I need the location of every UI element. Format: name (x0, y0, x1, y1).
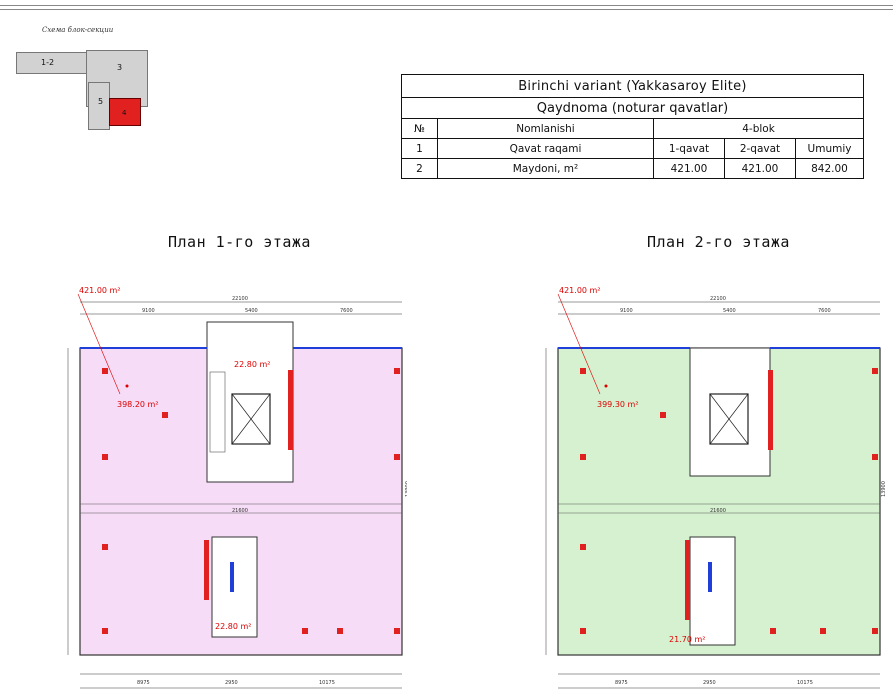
dim-bottom-left: 8975 (137, 680, 150, 686)
dim-inner-width: 21600 (232, 508, 248, 514)
dim-right-height: 13900 (881, 481, 885, 497)
floor-plan-1: 22100 9100 5400 7600 21600 8975 2950 101… (62, 282, 407, 699)
dim-left: 9100 (142, 308, 155, 314)
table-title: Birinchi variant (Yakkasaroy Elite) (401, 74, 864, 98)
area-summary-table: Birinchi variant (Yakkasaroy Elite) Qayd… (401, 74, 864, 179)
dim-bottom-mid: 2950 (225, 680, 238, 686)
table-row: 1 Qavat raqami 1-qavat 2-qavat Umumiy (401, 138, 864, 159)
dim-inner-width: 21600 (710, 508, 726, 514)
plan-1-title: План 1-го этажа (168, 233, 311, 251)
plan-1-stair-area-bottom: 22.80 m² (215, 622, 252, 631)
dim-bottom-right: 10175 (319, 680, 335, 686)
dim-bottom-mid: 2950 (703, 680, 716, 686)
plan-2-main-area: 399.30 m² (597, 400, 639, 409)
plan-1-blue-wall (230, 562, 234, 592)
floor-plan-2: 22100 9100 5400 7600 21600 8975 2950 101… (540, 282, 885, 699)
dim-left: 9100 (620, 308, 633, 314)
dim-mid: 5400 (723, 308, 736, 314)
plan-1-red-wall (204, 540, 209, 600)
table-row: 2 Maydoni, m² 421.00 421.00 842.00 (401, 158, 864, 179)
plan-2-red-wall-top (768, 370, 773, 450)
plan-2-stair-core-bottom (689, 536, 736, 646)
dim-overall: 22100 (710, 296, 726, 302)
sheet-border-inner (0, 9, 893, 10)
plan-2-blue-wall (708, 562, 712, 592)
header-name: Nomlanishi (437, 118, 654, 139)
plan-2-red-wall (685, 540, 690, 620)
key-plan: Схема блок-секции 1-2 3 5 4 (14, 24, 164, 134)
header-block: 4-blok (653, 118, 864, 139)
sheet-border-top (0, 5, 893, 6)
plan-1-stair-area-top: 22.80 m² (234, 360, 271, 369)
dim-right: 7600 (340, 308, 353, 314)
plan-2-stair-area-bottom: 21.70 m² (669, 635, 706, 644)
plan-1-total-area: 421.00 m² (79, 286, 121, 295)
block-5: 5 (88, 82, 110, 130)
key-plan-caption: Схема блок-секции (42, 26, 114, 34)
plan-2-total-area: 421.00 m² (559, 286, 601, 295)
dim-right-height: 13900 (405, 481, 407, 497)
dim-mid: 5400 (245, 308, 258, 314)
plan-2-title: План 2-го этажа (647, 233, 790, 251)
table-subtitle: Qaydnoma (noturar qavatlar) (401, 97, 864, 119)
block-1-2: 1-2 (16, 52, 88, 74)
plan-1-main-area: 398.20 m² (117, 400, 159, 409)
floor-plan-1-drawing: 22100 9100 5400 7600 21600 8975 2950 101… (67, 293, 407, 689)
floor-plan-2-drawing: 22100 9100 5400 7600 21600 8975 2950 101… (545, 293, 885, 689)
block-4-highlighted: 4 (109, 98, 141, 126)
plan-1-red-wall-top (288, 370, 293, 450)
dim-overall: 22100 (232, 296, 248, 302)
dim-bottom-left: 8975 (615, 680, 628, 686)
plan-2-stair-core-top (689, 347, 771, 477)
dim-right: 7600 (818, 308, 831, 314)
header-num: № (401, 118, 438, 139)
dim-bottom-right: 10175 (797, 680, 813, 686)
plan-1-stair-core-top (206, 321, 294, 483)
